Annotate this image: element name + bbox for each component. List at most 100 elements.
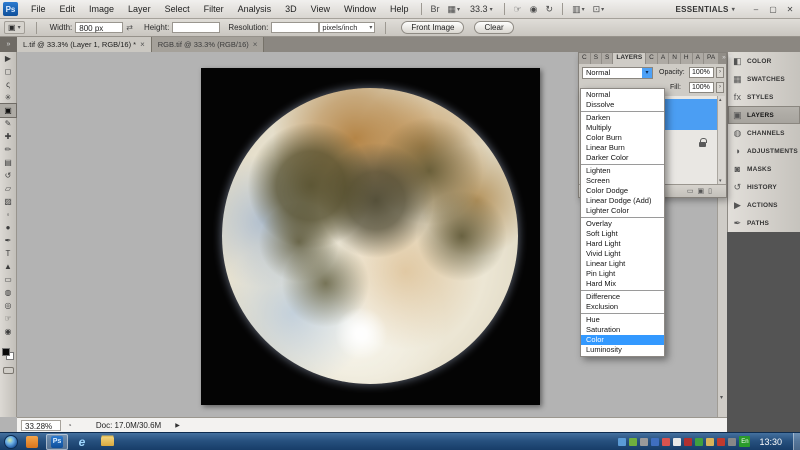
screen-mode-icon[interactable]: ⊡ ▾ bbox=[593, 4, 605, 15]
panel-tab-h[interactable]: H bbox=[681, 53, 692, 64]
blend-mode-select[interactable]: Normal ▾ bbox=[582, 67, 653, 79]
tray-icon[interactable] bbox=[651, 438, 659, 446]
opacity-field[interactable]: 100% bbox=[689, 67, 714, 78]
menu-3d[interactable]: 3D bbox=[278, 4, 304, 14]
status-zoom-field[interactable]: 33.28% bbox=[21, 420, 61, 431]
blend-mode-overlay[interactable]: Overlay bbox=[581, 219, 664, 229]
blend-mode-multiply[interactable]: Multiply bbox=[581, 123, 664, 133]
taskbar-app-orange[interactable] bbox=[21, 434, 43, 450]
dock-styles[interactable]: fxSTYLES bbox=[728, 88, 800, 106]
blend-mode-hard-mix[interactable]: Hard Mix bbox=[581, 279, 664, 289]
fill-field[interactable]: 100% bbox=[689, 82, 714, 93]
restore-button[interactable]: ▢ bbox=[766, 5, 780, 14]
quick-selection-tool[interactable]: ✳ bbox=[0, 91, 16, 104]
menu-filter[interactable]: Filter bbox=[197, 4, 231, 14]
blend-mode-dissolve[interactable]: Dissolve bbox=[581, 100, 664, 110]
blend-mode-luminosity[interactable]: Luminosity bbox=[581, 345, 664, 355]
color-swatches[interactable] bbox=[2, 348, 15, 361]
chevron-down-icon[interactable]: ▾ bbox=[642, 68, 652, 78]
3d-orbit-tool[interactable]: ◎ bbox=[0, 299, 16, 312]
menu-edit[interactable]: Edit bbox=[53, 4, 83, 14]
panel-menu-icon[interactable]: ≡ bbox=[729, 54, 733, 64]
taskbar-explorer[interactable] bbox=[96, 434, 118, 450]
path-selection-tool[interactable]: ▲ bbox=[0, 260, 16, 273]
move-tool[interactable]: ▶ bbox=[0, 52, 16, 65]
layers-list-scrollbar[interactable]: ▴ ▾ bbox=[717, 96, 725, 185]
blend-mode-linear-dodge-add-[interactable]: Linear Dodge (Add) bbox=[581, 196, 664, 206]
panel-tab-c[interactable]: C bbox=[646, 53, 657, 64]
front-image-button[interactable]: Front Image bbox=[401, 21, 464, 34]
start-button[interactable] bbox=[4, 435, 18, 449]
dock-history[interactable]: ↺HISTORY bbox=[728, 178, 800, 196]
menu-view[interactable]: View bbox=[304, 4, 337, 14]
panel-tab-c[interactable]: C bbox=[579, 53, 590, 64]
pen-tool[interactable]: ✒ bbox=[0, 234, 16, 247]
height-field[interactable] bbox=[172, 22, 220, 33]
blend-mode-color[interactable]: Color bbox=[581, 335, 664, 345]
blend-mode-lighten[interactable]: Lighten bbox=[581, 166, 664, 176]
workspace-switcher[interactable]: ESSENTIALS ▾ bbox=[675, 5, 735, 14]
menu-layer[interactable]: Layer bbox=[121, 4, 158, 14]
crop-tool-preset[interactable]: ▣ ▾ bbox=[4, 21, 25, 34]
scroll-down-icon[interactable]: ▾ bbox=[720, 394, 723, 401]
swap-dimensions-icon[interactable]: ⇄ bbox=[126, 23, 133, 32]
menu-image[interactable]: Image bbox=[82, 4, 121, 14]
dock-paths[interactable]: ✒PATHS bbox=[728, 214, 800, 232]
dock-channels[interactable]: ◍CHANNELS bbox=[728, 124, 800, 142]
tray-icon[interactable] bbox=[629, 438, 637, 446]
menu-analysis[interactable]: Analysis bbox=[231, 4, 279, 14]
rotate-view-icon[interactable]: ↻ bbox=[546, 4, 554, 15]
taskbar-photoshop[interactable]: Ps bbox=[46, 434, 68, 450]
panel-tab-s[interactable]: S bbox=[591, 53, 601, 64]
opacity-spinner[interactable]: › bbox=[716, 67, 724, 78]
tray-icon[interactable] bbox=[640, 438, 648, 446]
status-menu-arrow-icon[interactable]: ▶ bbox=[175, 422, 180, 429]
collapse-panel-icon[interactable]: » bbox=[722, 54, 726, 64]
tray-icon[interactable] bbox=[662, 438, 670, 446]
eyedropper-tool[interactable]: ✎ bbox=[0, 117, 16, 130]
clear-button[interactable]: Clear bbox=[474, 21, 513, 34]
width-field[interactable]: 800 px bbox=[75, 22, 123, 33]
tray-icon[interactable] bbox=[728, 438, 736, 446]
language-indicator[interactable]: En bbox=[739, 436, 750, 447]
dock-masks[interactable]: ◙MASKS bbox=[728, 160, 800, 178]
taskbar-clock[interactable]: 13:30 bbox=[759, 437, 782, 447]
tray-icon[interactable] bbox=[673, 438, 681, 446]
history-brush-tool[interactable]: ↺ bbox=[0, 169, 16, 182]
panel-tab-s[interactable]: S bbox=[602, 53, 612, 64]
new-layer-icon[interactable]: ▣ bbox=[698, 187, 705, 195]
tray-icon[interactable] bbox=[618, 438, 626, 446]
eraser-tool[interactable]: ▱ bbox=[0, 182, 16, 195]
resolution-unit-select[interactable]: pixels/inch ▾ bbox=[319, 22, 375, 33]
blend-mode-linear-burn[interactable]: Linear Burn bbox=[581, 143, 664, 153]
blend-mode-darken[interactable]: Darken bbox=[581, 113, 664, 123]
blend-mode-soft-light[interactable]: Soft Light bbox=[581, 229, 664, 239]
marquee-tool[interactable]: ◻ bbox=[0, 65, 16, 78]
blend-mode-color-dodge[interactable]: Color Dodge bbox=[581, 186, 664, 196]
blend-mode-hue[interactable]: Hue bbox=[581, 315, 664, 325]
hand-tool-icon[interactable]: ☞ bbox=[514, 4, 522, 15]
quick-mask-button[interactable] bbox=[3, 367, 14, 374]
toolbar-collapse-button[interactable]: » bbox=[0, 37, 17, 52]
show-desktop-button[interactable] bbox=[793, 433, 800, 450]
launch-bridge-icon[interactable]: Br bbox=[431, 4, 440, 14]
tray-icon[interactable] bbox=[684, 438, 692, 446]
blend-mode-saturation[interactable]: Saturation bbox=[581, 325, 664, 335]
view-extras-icon[interactable]: ▥ ▾ bbox=[572, 4, 585, 15]
close-button[interactable]: ✕ bbox=[783, 5, 797, 14]
new-group-icon[interactable]: ▭ bbox=[687, 187, 694, 195]
blend-mode-color-burn[interactable]: Color Burn bbox=[581, 133, 664, 143]
canvas[interactable] bbox=[201, 68, 540, 405]
blend-mode-difference[interactable]: Difference bbox=[581, 292, 664, 302]
selected-layer-row[interactable] bbox=[661, 99, 717, 130]
menu-window[interactable]: Window bbox=[337, 4, 383, 14]
blend-mode-exclusion[interactable]: Exclusion bbox=[581, 302, 664, 312]
panel-tab-a[interactable]: A bbox=[658, 53, 668, 64]
panel-tab-pa[interactable]: PA bbox=[704, 53, 718, 64]
dock-color[interactable]: ◧COLOR bbox=[728, 52, 800, 70]
taskbar-internet-explorer[interactable]: e bbox=[71, 434, 93, 450]
menu-select[interactable]: Select bbox=[158, 4, 197, 14]
blend-mode-lighter-color[interactable]: Lighter Color bbox=[581, 206, 664, 216]
panel-tab-n[interactable]: N bbox=[669, 53, 680, 64]
brush-tool[interactable]: ✏ bbox=[0, 143, 16, 156]
